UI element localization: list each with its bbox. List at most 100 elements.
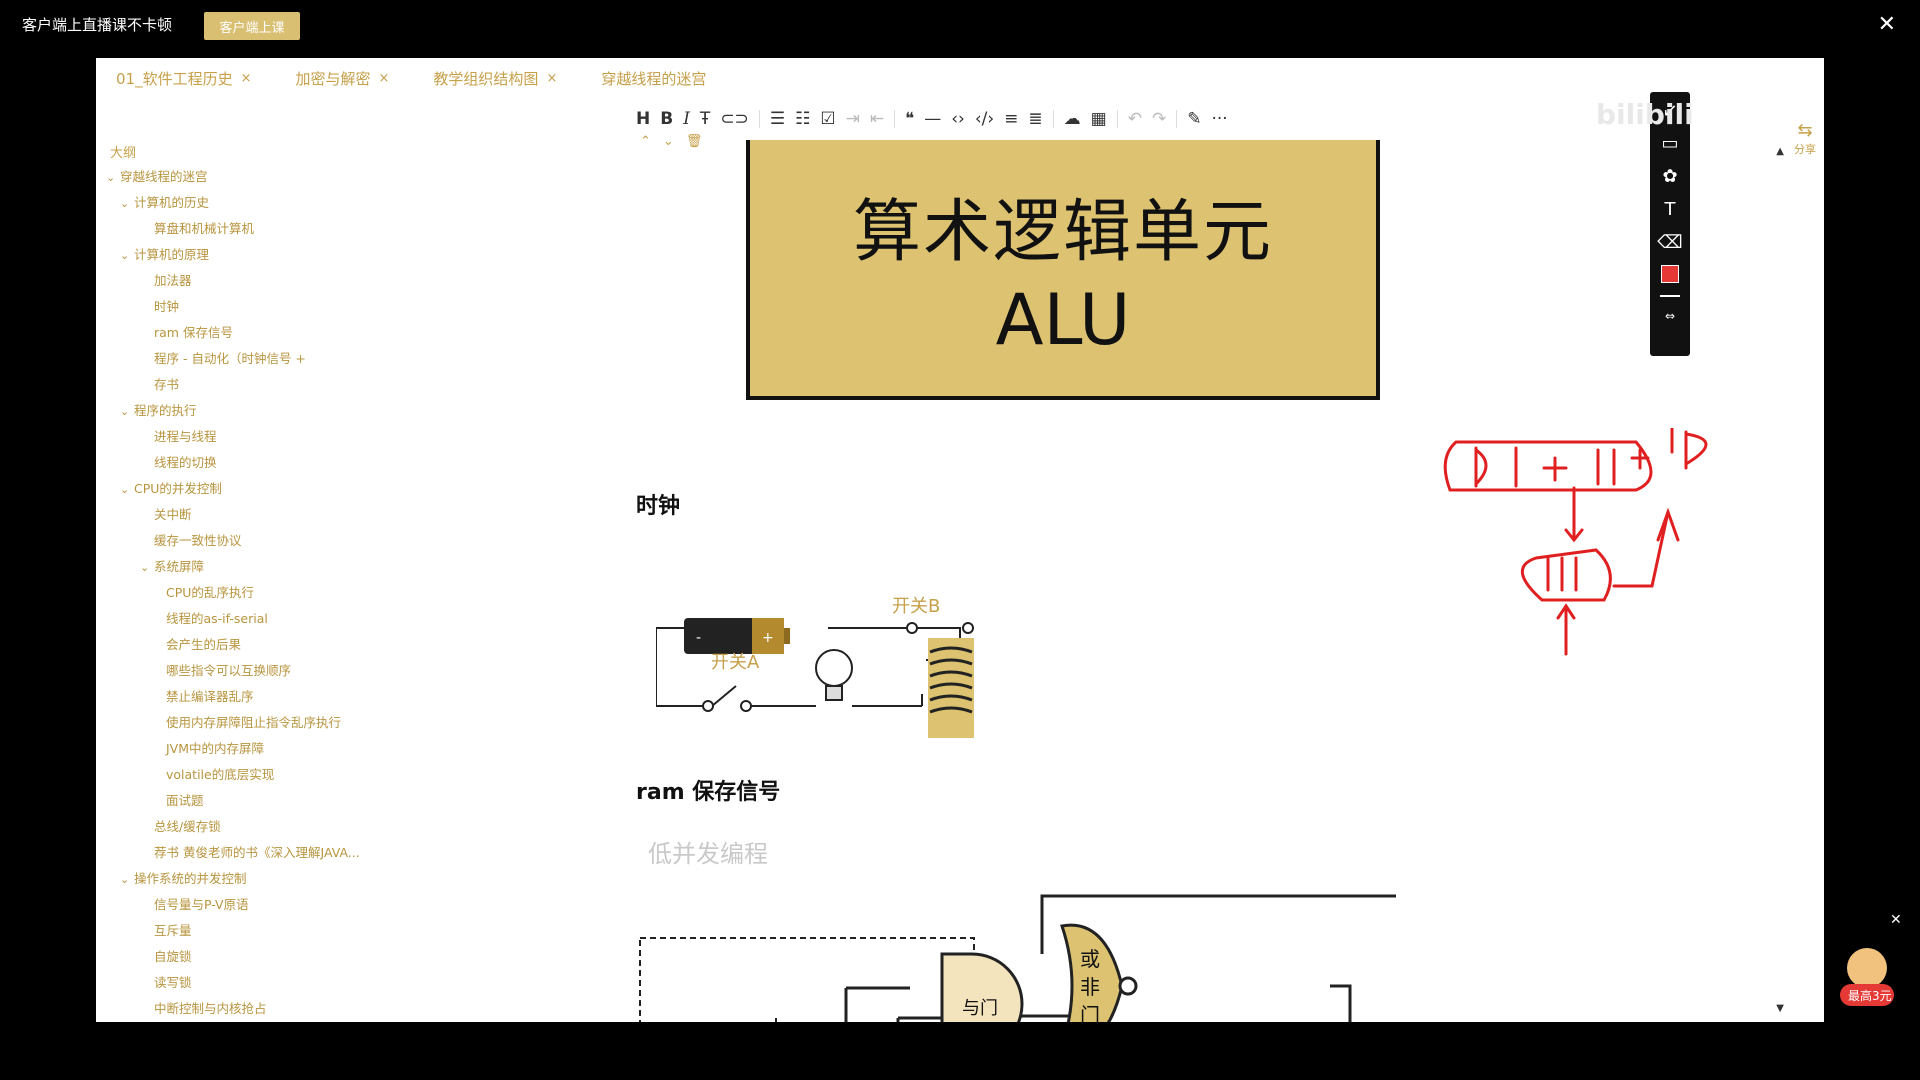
outline-item[interactable]: ⌄ 计算机的原理 <box>120 244 209 263</box>
outline-item[interactable]: ⌄ 程序的执行 <box>120 400 197 419</box>
outline-item[interactable]: 互斥量 <box>154 920 192 939</box>
strikethrough-button[interactable]: Ŧ <box>700 109 710 129</box>
outline-item[interactable]: 时钟 <box>154 296 179 315</box>
close-icon[interactable]: ✕ <box>1878 12 1896 37</box>
outline-item-label: 使用内存屏障阻止指令乱序执行 <box>166 715 342 730</box>
move-down-icon[interactable]: ⌄ <box>663 134 674 149</box>
promo-close-icon[interactable]: ✕ <box>1890 912 1902 928</box>
outline-item[interactable]: ⌄ CPU的并发控制 <box>120 478 222 497</box>
chevron-down-icon[interactable]: ⌄ <box>120 197 134 210</box>
delete-icon[interactable]: 🗑 <box>686 134 703 149</box>
outline-item[interactable]: 进程与线程 <box>154 426 217 445</box>
toolbar-divider <box>758 110 760 128</box>
chevron-down-icon[interactable]: ⌄ <box>120 483 134 496</box>
table-icon[interactable]: ▦ <box>1091 109 1107 129</box>
outline-item[interactable]: 哪些指令可以互换顺序 <box>166 660 291 679</box>
outline-item[interactable]: 使用内存屏障阻止指令乱序执行 <box>166 712 341 731</box>
outline-item[interactable]: ⌄ 操作系统的并发控制 <box>120 868 247 887</box>
outdent-icon[interactable]: ⇤ <box>870 109 884 129</box>
outline-item[interactable]: 禁止编译器乱序 <box>166 686 254 705</box>
nor-gate-label-1: 或 <box>1080 947 1100 971</box>
tab-software-history[interactable]: 01_软件工程历史 × <box>116 68 252 89</box>
outline-item-label: 面试题 <box>166 793 204 808</box>
code-icon[interactable]: ‹› <box>951 109 965 129</box>
outline-item[interactable]: 中断控制与内核抢占 <box>154 998 267 1017</box>
outline-item[interactable]: 程序 - 自动化（时钟信号 + <box>154 348 306 367</box>
outline-item[interactable]: 面试题 <box>166 790 204 809</box>
clear-format-icon[interactable]: ≣ <box>1028 109 1042 129</box>
chevron-down-icon[interactable]: ⌄ <box>120 873 134 886</box>
bullet-list-icon[interactable]: ☰ <box>770 109 785 129</box>
hr-icon[interactable]: — <box>924 109 941 129</box>
scroll-up-icon[interactable]: ▲ <box>1776 146 1784 157</box>
chevron-down-icon[interactable]: ⌄ <box>140 561 154 574</box>
line-width-icon[interactable] <box>1660 295 1680 297</box>
outline-item[interactable]: 加法器 <box>154 270 192 289</box>
alu-title-en: ALU <box>995 278 1131 361</box>
expand-icon[interactable]: ⇔ <box>1665 309 1675 323</box>
outline-item[interactable]: 线程的切换 <box>154 452 217 471</box>
indent-icon[interactable]: ⇥ <box>846 109 860 129</box>
close-tab-icon[interactable]: × <box>546 71 557 86</box>
outline-item[interactable]: 关中断 <box>154 504 192 523</box>
outline-item[interactable]: 信号量与P-V原语 <box>154 894 249 913</box>
numbered-list-icon[interactable]: ☷ <box>795 109 810 129</box>
outline-item[interactable]: 算盘和机械计算机 <box>154 218 254 237</box>
quote-icon[interactable]: ❝ <box>905 109 914 129</box>
tab-encryption[interactable]: 加密与解密 × <box>296 68 390 89</box>
outline-item[interactable]: 存书 <box>154 374 179 393</box>
shapes-tool-icon[interactable]: ✿ <box>1662 166 1677 187</box>
code-block-icon[interactable]: ‹/› <box>975 109 994 129</box>
outline-item-label: 时钟 <box>154 299 180 314</box>
align-icon[interactable]: ≡ <box>1004 109 1018 129</box>
heading-button[interactable]: H <box>636 109 650 129</box>
undo-icon[interactable]: ↶ <box>1128 109 1142 129</box>
outline-item[interactable]: ⌄ 计算机的历史 <box>120 192 209 211</box>
outline-item[interactable]: 线程的as-if-serial <box>166 608 268 627</box>
eraser-tool-icon[interactable]: ⌫ <box>1657 232 1682 253</box>
move-up-icon[interactable]: ⌃ <box>640 134 651 149</box>
share-button[interactable]: ⇆ 分享 <box>1794 120 1816 157</box>
outline-item[interactable]: ⌄ 穿越线程的迷宫 <box>106 166 208 185</box>
outline-item-label: JVM中的内存屏障 <box>166 741 265 756</box>
color-picker-red[interactable] <box>1661 265 1679 283</box>
toolbar-divider <box>1052 110 1054 128</box>
outline-item-label: 线程的as-if-serial <box>166 611 268 626</box>
outline-item[interactable]: CPU的乱序执行 <box>166 582 254 601</box>
chevron-down-icon[interactable]: ⌄ <box>120 249 134 262</box>
outline-item[interactable]: JVM中的内存屏障 <box>166 738 264 757</box>
outline-item[interactable]: 缓存一致性协议 <box>154 530 242 549</box>
more-button[interactable]: ··· <box>1211 109 1227 129</box>
text-tool-icon[interactable]: T <box>1665 199 1676 220</box>
bold-button[interactable]: B <box>660 109 673 129</box>
pen-icon[interactable]: ✎ <box>1187 109 1201 129</box>
outline-item[interactable]: 荐书 黄俊老师的书《深入理解JAVA... <box>154 842 360 861</box>
client-live-button[interactable]: 客户端上课 <box>204 12 300 40</box>
checklist-icon[interactable]: ☑ <box>820 109 835 129</box>
outline-item[interactable]: 读写锁 <box>154 972 192 991</box>
switch-a-terminal <box>740 700 752 712</box>
outline-item[interactable]: ⌄ 系统屏障 <box>140 556 204 575</box>
redo-icon[interactable]: ↷ <box>1152 109 1166 129</box>
drawing-toolbar: ↙ ▭ ✿ T ⌫ ⇔ <box>1650 92 1690 356</box>
chevron-down-icon[interactable]: ⌄ <box>106 171 120 184</box>
tab-org-chart[interactable]: 教学组织结构图 × <box>433 68 557 89</box>
outline-item[interactable]: 总线/缓存锁 <box>154 816 221 835</box>
promo-widget[interactable]: 最高3元 <box>1834 940 1900 1010</box>
tab-thread-maze[interactable]: 穿越线程的迷宫 <box>601 68 706 89</box>
outline-item-label: 算盘和机械计算机 <box>154 221 255 236</box>
outline-item[interactable]: 会产生的后果 <box>166 634 241 653</box>
toolbar-divider <box>1176 110 1178 128</box>
outline-item[interactable]: ram 保存信号 <box>154 322 233 341</box>
italic-button[interactable]: I <box>683 109 690 129</box>
ram-latch-diagram: 与门 或 非 门 <box>639 894 1396 1022</box>
scroll-down-icon[interactable]: ▼ <box>1776 1003 1784 1014</box>
close-tab-icon[interactable]: × <box>379 71 390 86</box>
upload-icon[interactable]: ☁ <box>1064 109 1081 129</box>
chevron-down-icon[interactable]: ⌄ <box>120 405 134 418</box>
outline-item[interactable]: 自旋锁 <box>154 946 192 965</box>
close-tab-icon[interactable]: × <box>241 71 252 86</box>
outline-item[interactable]: volatile的底层实现 <box>166 764 274 783</box>
rectangle-tool-icon[interactable]: ▭ <box>1661 133 1678 154</box>
link-icon[interactable]: ⊂⊃ <box>720 109 749 129</box>
